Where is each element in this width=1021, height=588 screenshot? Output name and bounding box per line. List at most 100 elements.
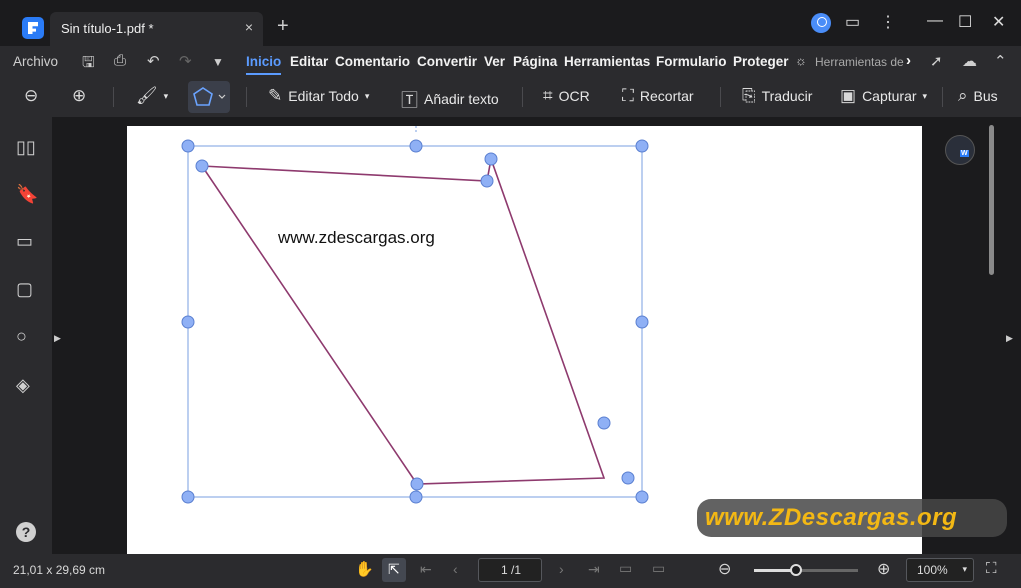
search-button[interactable]: ⌕ Bus xyxy=(958,86,998,106)
shape-tool-button[interactable] xyxy=(188,81,230,113)
hand-tool-icon[interactable]: ✋ xyxy=(355,560,374,578)
resize-handle[interactable] xyxy=(181,139,195,153)
help-icon[interactable]: ? xyxy=(16,522,36,542)
prev-page-icon[interactable]: ‹ xyxy=(453,561,458,577)
divider xyxy=(113,87,114,107)
undo-icon[interactable]: ↶ xyxy=(147,52,160,70)
page-number-input[interactable]: 1 /1 xyxy=(478,558,542,582)
menu-inicio[interactable]: Inicio xyxy=(246,54,282,75)
comment-icon[interactable]: ▭ xyxy=(16,231,36,251)
menu-ver[interactable]: Ver xyxy=(484,54,505,69)
vertex-handle[interactable] xyxy=(195,159,209,173)
ocr-label: OCR xyxy=(558,88,590,104)
menu-pagina[interactable]: Página xyxy=(513,54,557,69)
menu-editar[interactable]: Editar xyxy=(290,54,328,69)
cloud-upload-icon[interactable]: ☁ xyxy=(962,52,977,70)
menu-comentario[interactable]: Comentario xyxy=(335,54,410,69)
chevron-right-icon[interactable]: › xyxy=(906,52,911,69)
edit-all-button[interactable]: ✎ Editar Todo ▾ xyxy=(268,86,369,106)
edit-all-label: Editar Todo xyxy=(288,88,359,104)
minimize-button[interactable]: — xyxy=(927,12,943,30)
crop-button[interactable]: ⛶ Recortar xyxy=(622,86,694,106)
watermark-text: www.ZDescargas.org xyxy=(705,504,958,531)
divider xyxy=(246,87,247,107)
menu-convertir[interactable]: Convertir xyxy=(417,54,477,69)
last-page-icon[interactable]: ⇥ xyxy=(588,561,600,578)
add-text-label: Añadir texto xyxy=(424,90,499,107)
chevron-down-icon: ▾ xyxy=(163,90,169,101)
new-tab-button[interactable]: + xyxy=(277,15,289,38)
resize-handle[interactable] xyxy=(409,139,423,153)
vertex-handle[interactable] xyxy=(621,471,635,485)
layers-icon[interactable]: ◈ xyxy=(16,375,36,395)
menu-formulario[interactable]: Formulario xyxy=(656,54,727,69)
vertex-handle[interactable] xyxy=(410,477,424,491)
chevron-down-icon: ▾ xyxy=(962,564,967,574)
first-page-icon[interactable]: ⇤ xyxy=(420,561,432,578)
expand-left-panel-icon[interactable]: ▶ xyxy=(54,333,61,344)
zoom-in-status-icon[interactable]: ⊕ xyxy=(877,559,890,579)
more-options-icon[interactable]: ⋮ xyxy=(880,12,896,32)
translate-label: Traducir xyxy=(761,88,813,104)
search-panel-icon[interactable]: ○ xyxy=(16,326,36,346)
app-logo-icon xyxy=(22,17,44,39)
fullscreen-icon[interactable]: ⛶ xyxy=(986,560,997,577)
translate-button[interactable]: ⎘ Traducir xyxy=(742,86,812,106)
close-window-button[interactable]: ✕ xyxy=(992,12,1005,32)
save-icon[interactable]: 🖫 xyxy=(82,52,95,77)
shape-annotation[interactable] xyxy=(127,126,922,554)
pdf-page[interactable]: www.zdescargas.org xyxy=(127,126,922,554)
resize-handle[interactable] xyxy=(635,490,649,504)
highlight-tool-button[interactable]: 🖌 ▾ xyxy=(136,86,168,106)
next-page-icon[interactable]: › xyxy=(559,561,564,577)
menu-herramientas[interactable]: Herramientas xyxy=(564,54,650,69)
feedback-icon[interactable]: ▭ xyxy=(845,12,860,32)
vertex-handle[interactable] xyxy=(484,152,498,166)
add-text-button[interactable]: 🅃 Añadir texto xyxy=(401,86,499,111)
collapse-ribbon-icon[interactable]: ⌃ xyxy=(994,52,1007,70)
share-icon[interactable]: ➚ xyxy=(930,52,943,70)
menu-archivo[interactable]: Archivo xyxy=(13,54,58,69)
expand-right-panel-icon[interactable]: ▶ xyxy=(1006,333,1013,344)
zoom-level-select[interactable]: 100% ▾ xyxy=(906,558,974,582)
resize-handle[interactable] xyxy=(181,315,195,329)
bookmark-icon[interactable]: 🔖 xyxy=(16,184,38,204)
resize-handle[interactable] xyxy=(181,490,195,504)
text-box-icon: 🅃 xyxy=(401,91,418,110)
resize-handle[interactable] xyxy=(635,139,649,153)
ocr-icon: ⌗ xyxy=(543,86,553,105)
maximize-button[interactable]: ☐ xyxy=(958,12,972,32)
polygon-shape[interactable] xyxy=(200,155,606,485)
redo-icon[interactable]: ↷ xyxy=(179,52,192,70)
document-tab[interactable]: Sin título-1.pdf * × xyxy=(50,12,263,46)
user-avatar-icon[interactable] xyxy=(811,13,831,33)
two-page-view-icon[interactable]: ▭ xyxy=(652,560,665,577)
document-canvas: www.zdescargas.org xyxy=(65,117,990,554)
vertex-handle[interactable] xyxy=(597,416,611,430)
ocr-button[interactable]: ⌗ OCR xyxy=(543,86,590,106)
zoom-in-button[interactable]: ⊕ xyxy=(72,86,86,106)
print-icon[interactable]: ⎙ xyxy=(114,52,126,69)
attachment-icon[interactable]: ▢ xyxy=(16,279,36,299)
resize-handle[interactable] xyxy=(409,490,423,504)
menu-proteger[interactable]: Proteger xyxy=(733,54,789,69)
quick-access-dropdown-icon[interactable]: ▼ xyxy=(212,55,224,69)
close-tab-icon[interactable]: × xyxy=(245,19,253,35)
title-bar: Sin título-1.pdf * × + ▭ ⋮ — ☐ ✕ xyxy=(0,0,1021,46)
word-convert-icon[interactable] xyxy=(945,135,975,165)
vertical-scrollbar[interactable] xyxy=(989,125,994,275)
thumbnails-icon[interactable]: ▯▯ xyxy=(16,137,36,157)
single-page-view-icon[interactable]: ▭ xyxy=(619,560,632,577)
chevron-down-icon: ▾ xyxy=(922,90,928,101)
capture-button[interactable]: ▣ Capturar ▾ xyxy=(840,86,927,106)
page-number-value: 1 /1 xyxy=(501,563,522,577)
select-tool-button[interactable]: ⇱ xyxy=(382,558,406,582)
vertex-handle[interactable] xyxy=(480,174,494,188)
status-bar: 21,01 x 29,69 cm ✋ ⇱ ⇤ ‹ 1 /1 › ⇥ ▭ ▭ ⊖ … xyxy=(0,554,1021,588)
menu-herramientas-de[interactable]: Herramientas de xyxy=(815,55,904,69)
resize-handle[interactable] xyxy=(635,315,649,329)
zoom-out-button[interactable]: ⊖ xyxy=(24,86,38,106)
search-label: Bus xyxy=(973,88,998,104)
zoom-slider-knob[interactable] xyxy=(790,564,802,576)
zoom-out-status-icon[interactable]: ⊖ xyxy=(718,559,731,579)
